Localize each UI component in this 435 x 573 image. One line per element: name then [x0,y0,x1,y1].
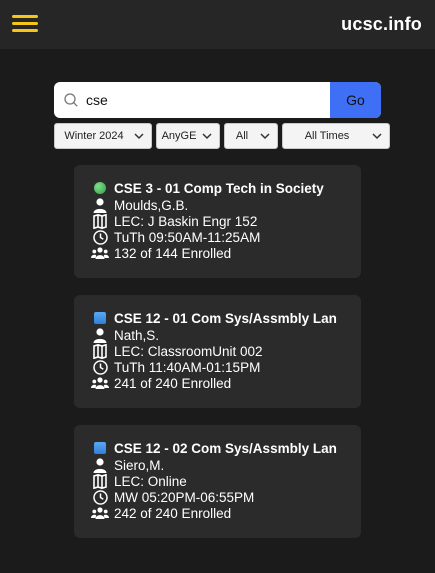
search-bar: Go [54,82,381,118]
clock-icon [92,229,108,245]
blue-square-icon [94,312,106,324]
chevron-down-icon [202,133,212,140]
clock-icon [92,359,108,375]
blue-square-icon [94,442,106,454]
enrollment-text: 132 of 144 Enrolled [114,245,232,261]
clock-icon [92,489,108,505]
location-text: LEC: J Baskin Engr 152 [114,213,258,229]
location-text: LEC: ClassroomUnit 002 [114,343,263,359]
person-icon [93,197,107,213]
map-icon [93,213,107,229]
course-title-row: CSE 3 - 01 Comp Tech in Society [91,180,324,196]
people-icon [91,507,109,519]
hamburger-menu-icon[interactable] [12,13,39,35]
course-title: CSE 12 - 02 Com Sys/Assmbly Lan [114,440,337,456]
status-select-value: All [235,130,249,142]
ge-select[interactable]: AnyGE [156,123,220,149]
map-icon [93,473,107,489]
course-title: CSE 3 - 01 Comp Tech in Society [114,180,324,196]
status-select[interactable]: All [224,123,278,149]
enrollment-text: 242 of 240 Enrolled [114,505,232,521]
course-title-row: CSE 12 - 01 Com Sys/Assmbly Lan [91,310,337,326]
search-input[interactable] [86,82,331,118]
meeting-time: MW 05:20PM-06:55PM [114,489,255,505]
map-icon [93,343,107,359]
go-button[interactable]: Go [330,82,381,118]
chevron-down-icon [134,133,144,140]
site-brand[interactable]: ucsc.info [341,14,422,35]
instructor-name: Siero,M. [114,457,165,473]
meeting-time: TuTh 11:40AM-01:15PM [114,359,261,375]
times-select[interactable]: All Times [282,123,390,149]
course-title: CSE 12 - 01 Com Sys/Assmbly Lan [114,310,337,326]
time-row: TuTh 11:40AM-01:15PM [91,359,260,375]
ge-select-value: AnyGE [161,130,197,142]
green-circle-icon [94,182,106,194]
search-icon [64,93,78,107]
location-row: LEC: ClassroomUnit 002 [91,343,263,359]
enrollment-row: 241 of 240 Enrolled [91,375,231,391]
top-bar: ucsc.info [0,0,435,49]
course-title-row: CSE 12 - 02 Com Sys/Assmbly Lan [91,440,337,456]
time-row: MW 05:20PM-06:55PM [91,489,254,505]
course-card[interactable]: CSE 3 - 01 Comp Tech in Society Moulds,G… [74,165,361,278]
enrollment-text: 241 of 240 Enrolled [114,375,232,391]
times-select-value: All Times [304,130,350,142]
term-select[interactable]: Winter 2024 [54,123,152,149]
location-text: LEC: Online [114,473,187,489]
instructor-row: Nath,S. [91,327,159,343]
term-select-value: Winter 2024 [64,130,124,142]
time-row: TuTh 09:50AM-11:25AM [91,229,260,245]
instructor-name: Nath,S. [114,327,160,343]
instructor-name: Moulds,G.B. [114,197,189,213]
person-icon [93,327,107,343]
instructor-row: Siero,M. [91,457,164,473]
enrollment-row: 242 of 240 Enrolled [91,505,231,521]
chevron-down-icon [372,133,382,140]
people-icon [91,377,109,389]
location-row: LEC: J Baskin Engr 152 [91,213,257,229]
meeting-time: TuTh 09:50AM-11:25AM [114,229,261,245]
person-icon [93,457,107,473]
instructor-row: Moulds,G.B. [91,197,188,213]
course-card[interactable]: CSE 12 - 02 Com Sys/Assmbly Lan Siero,M.… [74,425,361,538]
people-icon [91,247,109,259]
location-row: LEC: Online [91,473,187,489]
enrollment-row: 132 of 144 Enrolled [91,245,231,261]
course-card[interactable]: CSE 12 - 01 Com Sys/Assmbly Lan Nath,S. … [74,295,361,408]
chevron-down-icon [260,133,270,140]
